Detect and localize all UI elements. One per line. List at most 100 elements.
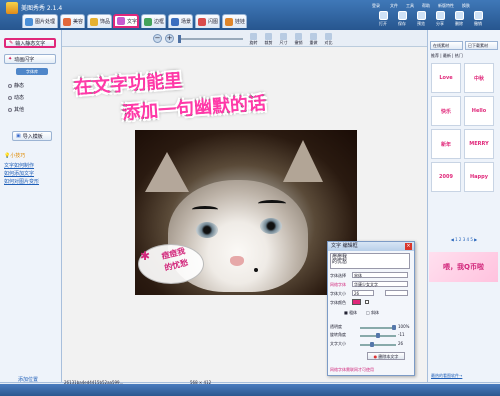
menu-skin[interactable]: 换肤 [462, 3, 470, 9]
rotation-value: -11 [398, 332, 405, 337]
menu-tools[interactable]: 工具 [406, 3, 414, 9]
tip-link-2[interactable]: 如何添加文字 [4, 170, 34, 177]
material-thumb-6[interactable]: MERRY [464, 129, 494, 159]
tab-image-processing[interactable]: 图片处理 [22, 14, 58, 28]
undo-button[interactable]: 撤销 [469, 11, 487, 27]
filter-newest[interactable]: 最新 [443, 53, 451, 58]
font-color-picker-icon[interactable] [365, 300, 369, 304]
import-template-button[interactable]: ▣ 导入模板 [12, 131, 52, 141]
menu-new-features[interactable]: 新版特性 [438, 3, 454, 9]
compare-icon [325, 33, 332, 40]
preview-button[interactable]: 预览 [412, 11, 430, 27]
cat-ear-left [145, 152, 189, 192]
save-icon [397, 11, 407, 20]
text-icon: ✎ [9, 40, 14, 46]
opacity-value: 100% [398, 324, 410, 329]
style-select[interactable] [385, 290, 408, 296]
tab-downloaded-material[interactable]: 已下载素材 [465, 41, 498, 50]
tab-scene[interactable]: 场景 [168, 14, 193, 28]
compare-button[interactable]: 对比 [322, 33, 335, 46]
opacity-knob[interactable] [392, 325, 396, 330]
menu-help[interactable]: 帮助 [422, 3, 430, 9]
animated-text-icon: ✦ [8, 56, 13, 62]
input-static-text-button[interactable]: ✎ 输入静态文字 [4, 38, 56, 48]
filter-bar: 推荐 | 最新 | 热门 [431, 53, 463, 58]
delete-button[interactable]: 删除 [450, 11, 468, 27]
undo-canvas-button[interactable]: 撤销 [292, 33, 305, 46]
tab-frame[interactable]: 边框 [141, 14, 166, 28]
rotate-icon [250, 33, 257, 40]
zoom-slider-knob[interactable] [178, 35, 181, 43]
zoom-in-icon[interactable]: + [165, 34, 174, 43]
dialog-title: 文字 编辑框 [328, 242, 414, 251]
tip-link-3[interactable]: 如何对图片变形 [4, 178, 39, 185]
font-size-select[interactable]: 26 [352, 290, 374, 296]
close-icon[interactable]: × [405, 243, 412, 250]
rotation-label: 旋转角度 [330, 332, 346, 337]
tab-accessories[interactable]: 饰品 [87, 14, 112, 28]
font-select[interactable]: 宋体 [352, 272, 408, 278]
zoom-slider[interactable] [180, 38, 243, 40]
image-icon [25, 17, 33, 26]
cat-eye-left [196, 222, 218, 238]
bold-checkbox[interactable]: ■ 粗体 [344, 310, 357, 316]
text-size-slider[interactable] [360, 344, 396, 346]
text-size-knob[interactable] [370, 342, 374, 347]
material-thumb-8[interactable]: Happy [464, 162, 494, 192]
tab-text[interactable]: 文字 [113, 14, 139, 28]
radio-static[interactable]: 静态 [8, 82, 24, 89]
tab-beauty[interactable]: 美容 [60, 14, 85, 28]
material-thumb-2[interactable]: 中秋 [464, 63, 494, 93]
menu-login[interactable]: 登录 [372, 3, 380, 9]
scene-icon [171, 17, 179, 26]
web-font-select[interactable]: 华康少女文字 [352, 281, 408, 287]
animated-text-button[interactable]: ✦ 动画闪字 [4, 54, 56, 64]
radio-circle-icon [8, 83, 12, 88]
resize-button[interactable]: 尺寸 [277, 33, 290, 46]
checkbox-icon: ■ [344, 310, 348, 315]
drawn-brow-right [258, 200, 286, 207]
crop-button[interactable]: 裁剪 [262, 33, 275, 46]
promo-link[interactable]: 最热的看图软件→ [431, 373, 462, 379]
share-button[interactable]: 分享 [431, 11, 449, 27]
cat-ear-right [283, 140, 323, 182]
italic-checkbox[interactable]: □ 斜体 [366, 310, 379, 316]
app-title: 美图秀秀 2.1.4 [21, 5, 63, 12]
app-logo [6, 2, 18, 14]
pager[interactable]: ◀ 1 2 3 4 5 ▶ [433, 237, 495, 242]
text-input[interactable]: 痘痘我 的忧愁 [330, 253, 410, 269]
rotation-knob[interactable] [376, 333, 380, 338]
mole-dot [254, 268, 258, 272]
save-button[interactable]: 保存 [393, 11, 411, 27]
menu-file[interactable]: 文件 [390, 3, 398, 9]
material-thumb-1[interactable]: Love [431, 63, 461, 93]
material-thumb-7[interactable]: 2009 [431, 162, 461, 192]
font-library-select[interactable]: 字体库 [16, 68, 48, 75]
filter-popular[interactable]: 热门 [455, 53, 463, 58]
checkbox-icon: □ [366, 310, 370, 315]
tab-doll[interactable]: 娃娃 [222, 14, 247, 28]
opacity-label: 透明度 [330, 324, 342, 329]
opacity-slider[interactable] [360, 327, 396, 329]
filter-recommended[interactable]: 推荐 [431, 53, 439, 58]
font-color-swatch[interactable] [352, 299, 361, 305]
zoom-out-icon[interactable]: − [153, 34, 162, 43]
ad-banner[interactable]: 喂，我Q币啦 [429, 252, 498, 282]
preview-icon [416, 11, 426, 20]
tab-online-material[interactable]: 在线素材 [430, 41, 463, 50]
tip-link-1[interactable]: 文字如何制作 [4, 162, 34, 169]
redo-button[interactable]: 重做 [307, 33, 320, 46]
share-icon [435, 11, 445, 20]
import-icon: ▣ [16, 133, 21, 139]
material-thumb-5[interactable]: 新年 [431, 129, 461, 159]
rotate-button[interactable]: 旋转 [247, 33, 260, 46]
delete-text-button[interactable]: ● 删除本文字 [367, 352, 405, 360]
radio-animated[interactable]: 动态 [8, 94, 24, 101]
undo-icon [473, 11, 483, 20]
open-button[interactable]: 打开 [374, 11, 392, 27]
material-thumb-3[interactable]: 快乐 [431, 96, 461, 126]
radio-other[interactable]: 其他 [8, 106, 24, 113]
tab-flash[interactable]: 闪图 [195, 14, 220, 28]
material-thumb-4[interactable]: Hello [464, 96, 494, 126]
radio-circle-icon [8, 107, 12, 112]
